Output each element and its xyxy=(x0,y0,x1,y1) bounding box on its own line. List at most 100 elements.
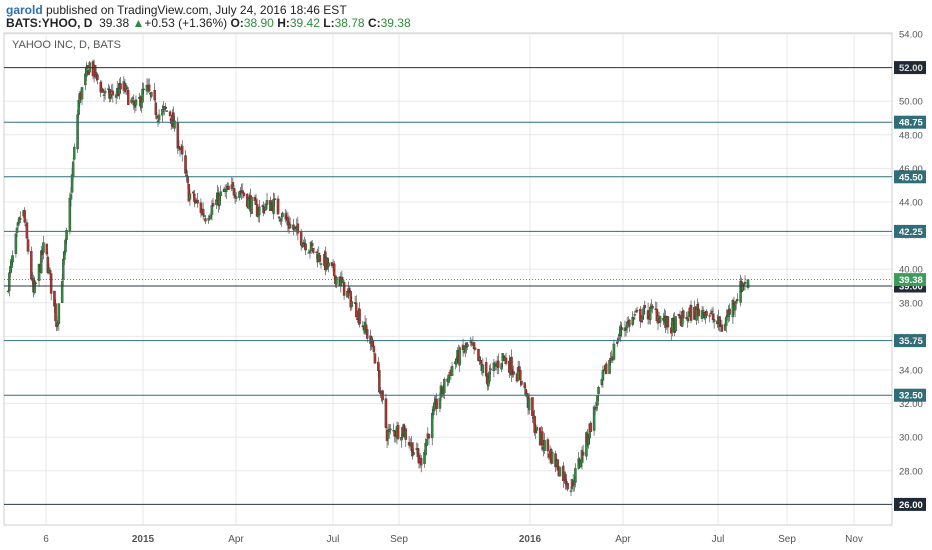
candle-body xyxy=(531,397,534,416)
candle-body xyxy=(569,490,573,492)
candle-body xyxy=(435,398,438,409)
candle-body xyxy=(258,206,261,216)
candle-body xyxy=(342,282,346,296)
price-tick-label: 42.00 xyxy=(899,231,923,242)
candle-body xyxy=(180,145,184,155)
candle-body xyxy=(705,311,708,316)
candle-body xyxy=(643,305,647,309)
candle-body xyxy=(141,88,144,103)
time-tick-label: 2016 xyxy=(519,534,542,545)
candle-body xyxy=(641,315,644,320)
candle-body xyxy=(646,310,650,320)
candle-body xyxy=(103,90,107,94)
candle-body xyxy=(71,161,75,177)
time-tick-label: 6 xyxy=(43,534,49,545)
candle-body xyxy=(73,146,76,160)
candle-body xyxy=(319,263,323,265)
candle-body xyxy=(512,371,515,375)
candle-body xyxy=(68,197,72,232)
candle-body xyxy=(412,452,415,455)
candle-body xyxy=(95,72,98,75)
candle-body xyxy=(131,97,134,99)
candle-body xyxy=(430,412,434,439)
candle-body xyxy=(458,347,462,366)
candle-body xyxy=(310,243,314,247)
candle-body xyxy=(299,231,303,246)
candle-body xyxy=(63,251,66,260)
candle-body xyxy=(350,301,354,307)
candle-body xyxy=(165,110,169,112)
time-axis[interactable]: 6 2015 Apr Jul Sep 2016 Apr Jul Sep Nov xyxy=(43,534,863,545)
candle-body xyxy=(25,222,29,239)
candle-body xyxy=(642,307,645,315)
candle-body xyxy=(551,451,554,464)
candle-body xyxy=(527,397,531,411)
candle-body xyxy=(573,483,576,485)
time-tick-label: Apr xyxy=(228,534,244,545)
candle-body xyxy=(593,408,597,410)
candle-body xyxy=(76,114,79,150)
candle-body xyxy=(377,361,380,371)
time-tick-label: Apr xyxy=(615,534,631,545)
price-tick-label: 30.00 xyxy=(899,433,923,444)
grid xyxy=(4,33,892,525)
candle-body xyxy=(277,216,281,219)
candle-body xyxy=(396,425,400,439)
candle-body xyxy=(308,250,312,253)
candle-body xyxy=(315,251,318,253)
candle-body xyxy=(45,243,48,255)
candle-body xyxy=(493,363,497,366)
candle-body xyxy=(142,88,145,91)
candle-body xyxy=(202,215,206,217)
candle-body xyxy=(371,340,374,347)
candle-body xyxy=(80,87,84,100)
price-axis[interactable]: 54.00 52.00 50.00 48.00 46.00 44.00 42.00 40.00… xyxy=(899,30,923,478)
candle-body xyxy=(447,374,450,383)
candle-body xyxy=(632,317,636,320)
candle-body xyxy=(250,196,253,214)
candle-body xyxy=(332,263,336,277)
price-tick-label: 34.00 xyxy=(899,366,923,377)
candle-body xyxy=(624,328,628,331)
candle-body xyxy=(318,255,322,262)
candle-body xyxy=(649,306,652,320)
candle-body xyxy=(265,200,269,205)
candle-body xyxy=(742,283,746,285)
candle-body xyxy=(288,224,292,228)
candle-body xyxy=(280,218,283,222)
candle-body xyxy=(689,304,693,321)
time-tick-label: Jul xyxy=(327,534,340,545)
price-tick-label: 54.00 xyxy=(899,30,923,41)
candle-body xyxy=(743,282,747,284)
candle-body xyxy=(234,196,238,199)
candle-body xyxy=(596,395,599,406)
candle-body xyxy=(238,191,241,198)
candle-body xyxy=(134,99,138,106)
candle-body xyxy=(196,199,199,204)
candle-body xyxy=(184,155,187,174)
candle-body xyxy=(678,315,682,319)
candle-body xyxy=(687,311,691,317)
candle-body xyxy=(425,439,428,446)
candle-body xyxy=(26,239,30,252)
candle-body xyxy=(101,88,105,93)
candle-body xyxy=(147,84,151,92)
candle-body xyxy=(378,370,381,393)
candle-body xyxy=(455,359,458,365)
candle-body xyxy=(242,192,246,197)
candle-body xyxy=(519,370,522,380)
candle-body xyxy=(69,194,73,200)
horizontal-levels[interactable]: 52.0048.7545.5042.2539.0035.7532.5026.00 xyxy=(4,61,926,511)
candle-body xyxy=(177,146,181,149)
candle-body xyxy=(541,431,544,446)
candle-body xyxy=(6,290,10,293)
candle-body xyxy=(327,262,330,267)
candle-body xyxy=(225,189,228,192)
candle-body xyxy=(597,387,600,394)
candle-body xyxy=(601,370,605,381)
candle-body xyxy=(697,308,700,317)
candle-body xyxy=(404,428,408,440)
candle-body xyxy=(466,344,469,347)
price-tick-label: 36.00 xyxy=(899,332,923,343)
price-chart[interactable]: YAHOO INC, D, BATS 52.0048.7545.5042.253… xyxy=(0,0,932,550)
